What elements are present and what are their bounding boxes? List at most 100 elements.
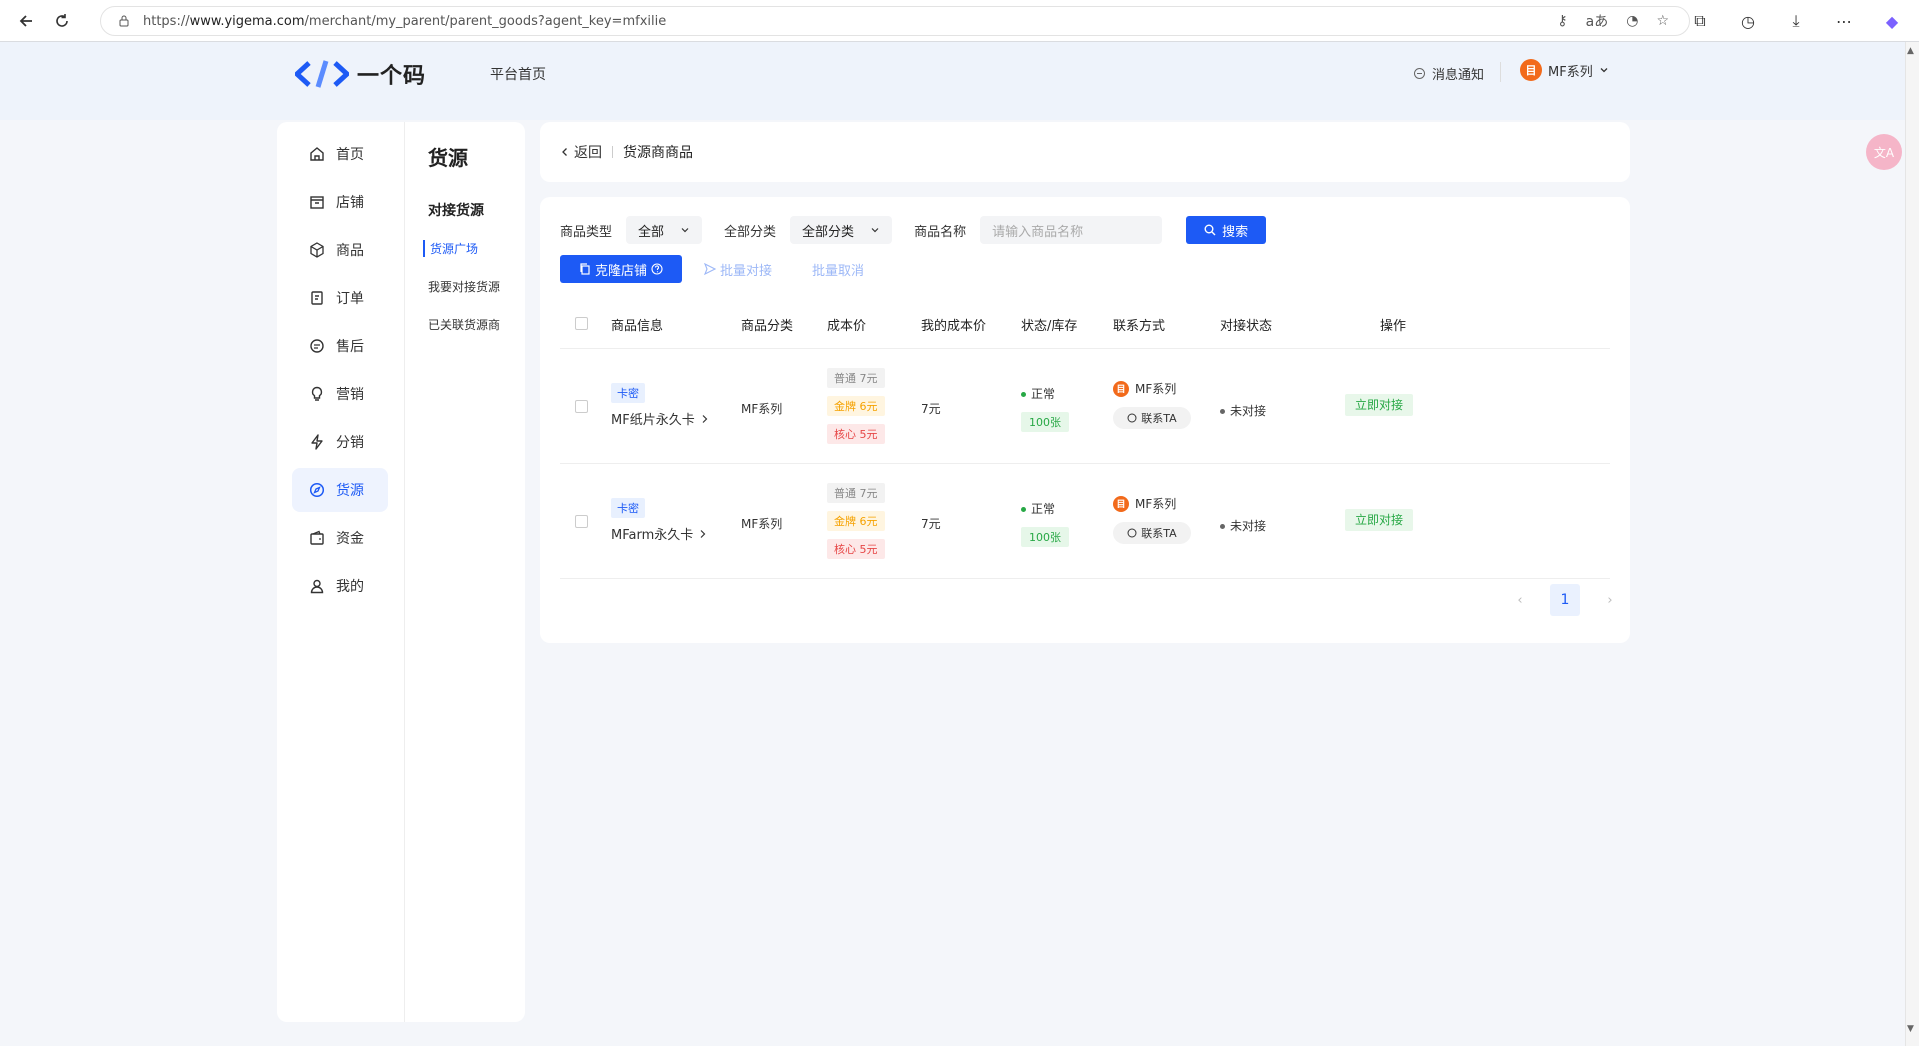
history-icon[interactable]: ◷: [1731, 12, 1765, 31]
batch-connect-button[interactable]: 批量对接: [704, 260, 772, 279]
wallet-icon: [308, 529, 326, 547]
price-gold: 金牌 6元: [827, 396, 885, 416]
product-name-link[interactable]: MF纸片永久卡: [611, 409, 709, 428]
sidebar-item-funds[interactable]: 资金: [292, 516, 388, 560]
key-icon[interactable]: ⚷: [1557, 13, 1567, 29]
status-badge: 正常: [1021, 385, 1069, 402]
price-normal: 普通 7元: [827, 483, 885, 503]
connect-status: 未对接: [1220, 517, 1266, 534]
status-dot-icon: [1220, 524, 1225, 529]
page-title: 货源商商品: [623, 145, 693, 161]
read-aloud-icon[interactable]: aあ: [1586, 11, 1609, 31]
name-search-input[interactable]: 请输入商品名称: [980, 216, 1163, 244]
next-page-icon[interactable]: ›: [1600, 593, 1620, 608]
price-core: 核心 5元: [827, 424, 885, 444]
edge-icon[interactable]: ◔: [1626, 13, 1638, 29]
scrollbar[interactable]: [1905, 42, 1919, 1046]
sub-nav-item-linked-suppliers[interactable]: 已关联货源商: [428, 316, 500, 333]
scroll-down-icon[interactable]: ▼: [1907, 1024, 1914, 1034]
download-icon[interactable]: ⤓: [1779, 11, 1813, 31]
type-filter-select[interactable]: 全部: [626, 216, 703, 244]
product-type-tag: 卡密: [611, 383, 645, 403]
favorite-star-icon[interactable]: ☆: [1656, 13, 1669, 29]
chat-icon: [308, 337, 326, 355]
table-row: 卡密 MF纸片永久卡 MF系列 普通 7元 金牌 6元 核心 5元 7元 正常 …: [560, 349, 1610, 464]
row-checkbox[interactable]: [575, 515, 588, 528]
contact-button[interactable]: 联系TA: [1113, 407, 1191, 429]
user-icon: [308, 577, 326, 595]
select-all-checkbox[interactable]: [575, 317, 588, 330]
table-header: 商品信息 商品分类 成本价 我的成本价 状态/库存 联系方式 对接状态 操作: [560, 297, 1610, 349]
back-button[interactable]: 返回: [560, 142, 602, 162]
sidebar-item-goods[interactable]: 商品: [292, 228, 388, 272]
clone-store-button[interactable]: 克隆店铺: [560, 255, 682, 283]
page-number-current[interactable]: 1: [1550, 584, 1580, 616]
user-name: MF系列: [1548, 64, 1593, 80]
row-checkbox[interactable]: [575, 400, 588, 413]
sub-nav-item-source-square[interactable]: 货源广场: [423, 240, 478, 257]
prev-page-icon[interactable]: ‹: [1510, 593, 1530, 608]
sidebar-item-distribution[interactable]: 分销: [292, 420, 388, 464]
site-info-icon[interactable]: [117, 14, 131, 28]
search-icon: [1204, 224, 1216, 236]
address-actions: ⚷ aあ ◔ ☆: [1557, 7, 1669, 35]
category-filter-select[interactable]: 全部分类: [790, 216, 893, 244]
contact-info: 目 MF系列 联系TA: [1113, 495, 1191, 544]
contact-button[interactable]: 联系TA: [1113, 522, 1191, 544]
name-filter-label: 商品名称: [914, 224, 967, 240]
sidebar-item-label: 店铺: [336, 195, 364, 211]
header-connect-status: 对接状态: [1220, 319, 1273, 334]
address-bar[interactable]: https://www.yigema.com/merchant/my_paren…: [100, 6, 1690, 36]
connect-now-button[interactable]: 立即对接: [1345, 509, 1414, 531]
sidebar-item-orders[interactable]: 订单: [292, 276, 388, 320]
copilot-icon[interactable]: ◆: [1875, 12, 1909, 31]
sidebar-item-marketing[interactable]: 营销: [292, 372, 388, 416]
message-icon: [1127, 413, 1137, 423]
translate-float-icon[interactable]: 文A: [1866, 134, 1902, 170]
header-status-stock: 状态/库存: [1021, 319, 1078, 334]
sidebar-item-source[interactable]: 货源: [292, 468, 388, 512]
operation: 立即对接: [1345, 509, 1414, 531]
scroll-up-icon[interactable]: ▲: [1907, 46, 1914, 56]
stock-badge: 100张: [1021, 527, 1069, 547]
status-dot-icon: [1220, 409, 1225, 414]
sidebar-item-home[interactable]: 首页: [292, 132, 388, 176]
sidebar-item-store[interactable]: 店铺: [292, 180, 388, 224]
logo[interactable]: 一个码: [295, 56, 426, 92]
help-icon[interactable]: [651, 263, 663, 275]
breadcrumb-divider: [612, 146, 613, 158]
contact-button-label: 联系TA: [1141, 527, 1177, 540]
batch-cancel-button[interactable]: 批量取消: [812, 260, 864, 279]
message-icon: [1127, 528, 1137, 538]
connect-status-label: 未对接: [1230, 519, 1267, 533]
platform-home-link[interactable]: 平台首页: [490, 64, 546, 84]
price-normal: 普通 7元: [827, 368, 885, 388]
product-name-link[interactable]: MFarm永久卡: [611, 524, 707, 543]
sidebar-item-aftersale[interactable]: 售后: [292, 324, 388, 368]
search-button[interactable]: 搜索: [1186, 216, 1267, 244]
type-filter-value: 全部: [638, 224, 665, 240]
user-menu[interactable]: 目 MF系列: [1520, 59, 1609, 81]
sidebar-item-label: 资金: [336, 531, 364, 547]
header-category: 商品分类: [741, 319, 794, 334]
refresh-icon[interactable]: [44, 3, 80, 39]
notification-link[interactable]: 消息通知: [1413, 64, 1484, 83]
connect-now-button[interactable]: 立即对接: [1345, 394, 1414, 416]
sub-nav-item-want-connect[interactable]: 我要对接货源: [428, 278, 500, 295]
batch-connect-label: 批量对接: [720, 263, 773, 279]
logo-text: 一个码: [357, 64, 427, 89]
chevron-down-icon: [1600, 68, 1608, 73]
store-icon: [308, 193, 326, 211]
sidebar-item-mine[interactable]: 我的: [292, 564, 388, 608]
product-name: MF纸片永久卡: [611, 413, 695, 428]
product-info: 卡密 MFarm永久卡: [611, 498, 707, 543]
sub-nav-title: 货源: [428, 146, 468, 170]
product-category: MF系列: [741, 517, 783, 531]
contact-avatar: 目: [1113, 495, 1129, 512]
extensions-icon[interactable]: ⧉: [1683, 11, 1717, 31]
back-arrow-icon[interactable]: [8, 3, 44, 39]
more-icon[interactable]: ⋯: [1827, 12, 1861, 31]
main-nav: 首页 店铺 商品 订单 售后 营销 分销 货源 资金 我的: [277, 122, 405, 1022]
status-label: 正常: [1031, 502, 1056, 516]
chevron-down-icon: [871, 228, 879, 233]
